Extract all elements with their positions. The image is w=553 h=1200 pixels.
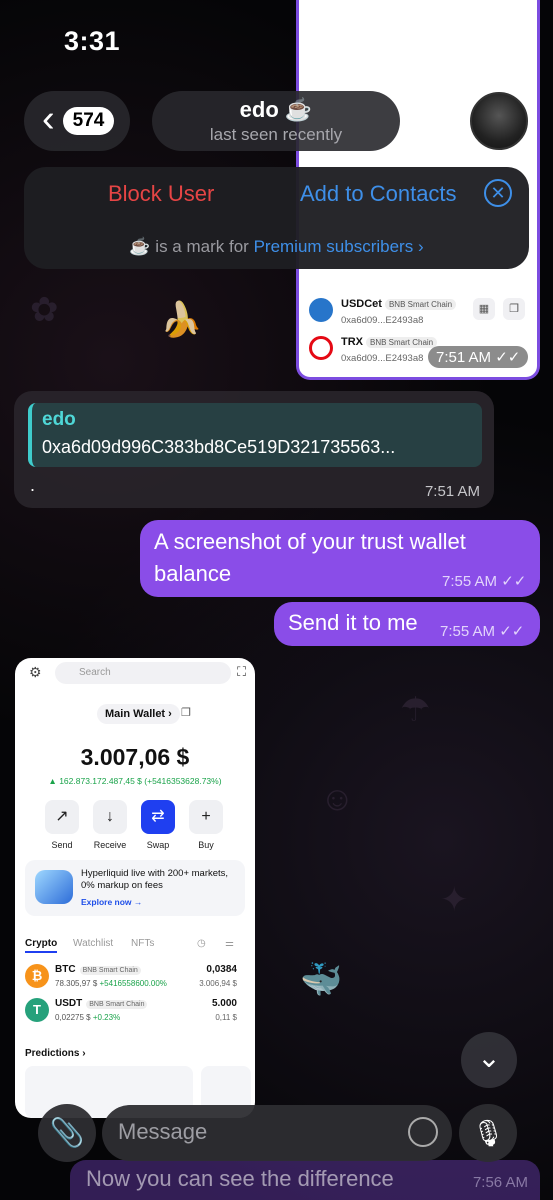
- scan-icon: ⛶: [237, 664, 247, 679]
- attach-button[interactable]: 📎: [38, 1104, 96, 1162]
- doodle-icon: 🍌: [160, 301, 203, 339]
- wallet-token-row: USDCet BNB Smart Chain 0xa6d09...E2493a8 …: [307, 296, 533, 332]
- copy-icon: ❐: [503, 298, 525, 320]
- paperclip-icon: 📎: [49, 1117, 85, 1148]
- premium-badge-icon: ☕: [284, 97, 313, 122]
- doodle-icon: ✿: [30, 291, 59, 329]
- sent-message[interactable]: A screenshot of your trust wallet balanc…: [140, 520, 540, 597]
- chevron-left-icon: ‹: [42, 98, 55, 140]
- copy-icon: ❐: [181, 707, 191, 719]
- btc-coin-icon: ₿: [25, 964, 49, 988]
- arrow-down-icon: ↓: [93, 800, 127, 834]
- premium-badge-icon: ☕: [129, 237, 151, 256]
- chat-title[interactable]: edo ☕ last seen recently: [152, 91, 400, 151]
- airplane-icon: ✈: [397, 29, 418, 56]
- wallet-tabs: Crypto Watchlist NFTs ◷ ⚌: [25, 936, 245, 956]
- hyperliquid-art-icon: [35, 870, 73, 904]
- clock: 3:31: [64, 26, 121, 56]
- token-row: ₿ BTC BNB Smart Chain 78.305,97 $ +541655…: [23, 962, 247, 996]
- balance-change: ▲ 162.873.172.487,45 $ (+5416353628.73%): [48, 776, 222, 786]
- swap-action: ⇄ Swap: [141, 800, 175, 850]
- received-message[interactable]: edo 0xa6d09d996C383bd8Ce519D321735563...…: [14, 391, 494, 508]
- doodle-icon: ☂: [400, 691, 431, 729]
- battery-icon: [471, 32, 509, 53]
- message-time: 7:51 AM ✓✓: [428, 346, 529, 368]
- close-icon[interactable]: ✕: [484, 179, 512, 207]
- unread-count: 574: [62, 107, 115, 135]
- sent-message[interactable]: Now you can see the difference 7:56 AM: [70, 1160, 540, 1200]
- qr-icon: ▦: [473, 298, 495, 320]
- sent-message[interactable]: Send it to me 7:55 AM ✓✓: [274, 602, 540, 646]
- microphone-button[interactable]: 🎙: [459, 1104, 517, 1162]
- scroll-down-button[interactable]: ⌄: [461, 1032, 517, 1088]
- chevron-down-icon: ⌄: [477, 1042, 501, 1073]
- avatar[interactable]: [470, 92, 528, 150]
- block-user-button[interactable]: Block User: [108, 181, 214, 207]
- doodle-icon: ✦: [440, 881, 469, 919]
- plus-icon: +: [189, 800, 223, 834]
- arrow-up-right-icon: ↗: [45, 800, 79, 834]
- search-input: Search: [55, 662, 231, 684]
- filter-icon: ⚌: [225, 938, 234, 949]
- receive-action: ↓ Receive: [93, 800, 127, 850]
- settings-icon: ⚙: [29, 664, 42, 680]
- trx-coin-icon: [309, 336, 333, 360]
- wallet-balance: 3.007,06 $: [80, 744, 190, 770]
- wallet-selector: Main Wallet ›: [97, 704, 180, 724]
- history-icon: ◷: [197, 938, 206, 949]
- back-button[interactable]: ‹ 574: [24, 91, 130, 151]
- status-bar: 3:31 ✈ ∞: [0, 24, 553, 64]
- add-to-contacts-button[interactable]: Add to Contacts: [300, 181, 457, 207]
- reply-quote[interactable]: edo 0xa6d09d996C383bd8Ce519D321735563...: [28, 403, 482, 467]
- message-input[interactable]: Message: [102, 1105, 452, 1161]
- doodle-icon: 🐳: [300, 961, 343, 999]
- token-row: T USDT BNB Smart Chain 0,02275 $ +0.23% 5…: [23, 996, 247, 1030]
- image-message[interactable]: ⚙ Search ⛶ Main Wallet › ❐ 3.007,06 $ ▲ …: [15, 658, 255, 1118]
- usdt-coin-icon: T: [25, 998, 49, 1022]
- doodle-icon: ☺: [320, 780, 355, 818]
- premium-link[interactable]: Premium subscribers: [254, 237, 414, 256]
- promo-banner: Hyperliquid live with 200+ markets, 0% m…: [25, 860, 245, 916]
- send-action: ↗ Send: [45, 800, 79, 850]
- buy-action: + Buy: [189, 800, 223, 850]
- contact-action-bar: Block User Add to Contacts ✕ ☕ is a mark…: [24, 167, 529, 269]
- usdc-coin-icon: [309, 298, 333, 322]
- link-icon: ∞: [435, 28, 453, 56]
- sticker-icon[interactable]: [408, 1117, 438, 1147]
- swap-icon: ⇄: [141, 800, 175, 834]
- microphone-icon: 🎙: [471, 1118, 505, 1148]
- chevron-right-icon: ›: [413, 237, 424, 256]
